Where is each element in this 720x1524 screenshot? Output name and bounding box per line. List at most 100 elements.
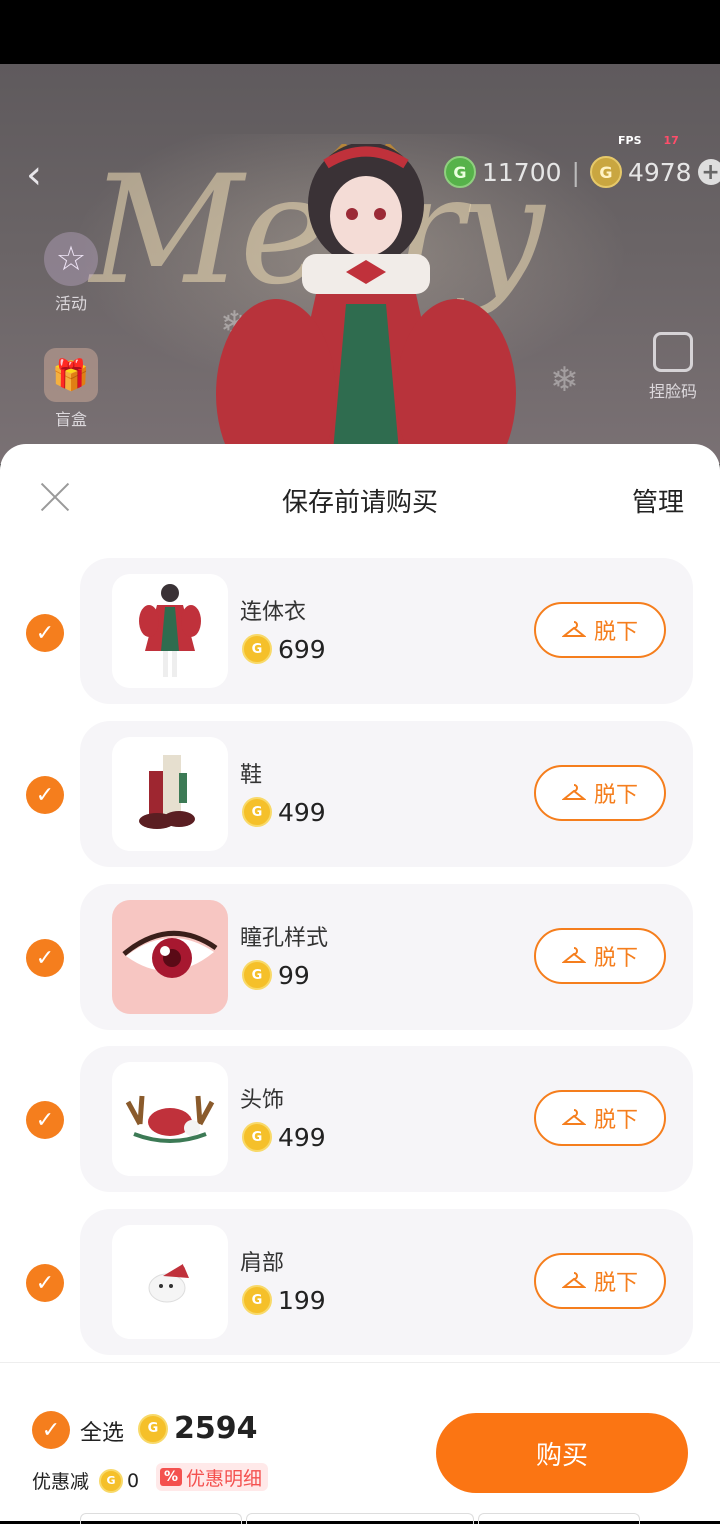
discount-value: 0 (127, 1469, 140, 1492)
chevron-left-icon: ‹ (26, 152, 42, 198)
star-icon: ☆ (44, 232, 98, 286)
purchase-sheet: 保存前请购买 管理 ✓ 连体衣 G 699 脱下 ✓ 鞋 G 499 脱下 ✓ … (0, 444, 720, 1524)
currency-divider: | (571, 157, 580, 187)
back-button[interactable]: ‹ (26, 152, 42, 198)
shoes-thumbnail (112, 737, 228, 851)
item-checkbox[interactable]: ✓ (26, 1264, 64, 1302)
gold-coin-icon: G (589, 156, 622, 188)
eye-icon (122, 930, 218, 978)
item-checkbox[interactable]: ✓ (26, 614, 64, 652)
coin-icon: G (138, 1413, 168, 1444)
item-checkbox[interactable]: ✓ (26, 939, 64, 977)
total-price-value: 2594 (174, 1411, 258, 1446)
green-coin-icon: G (444, 156, 476, 188)
checkmark-icon: ✓ (35, 1107, 55, 1133)
hanger-icon (561, 1272, 586, 1288)
item-price-value: 699 (278, 634, 326, 664)
shoulder-pet-icon (148, 1260, 191, 1303)
antler-headwear-thumbnail (112, 1062, 228, 1176)
coin-icon: G (242, 1122, 272, 1152)
side-blindbox-button[interactable]: 🎁 盲盒 (36, 348, 106, 430)
take-off-button[interactable]: 脱下 (534, 602, 666, 658)
item-price-value: 499 (278, 797, 326, 827)
take-off-button[interactable]: 脱下 (534, 1090, 666, 1146)
checkout-footer: ✓ 全选 G 2594 优惠减 G 0 % 优惠明细 购买 (0, 1362, 720, 1524)
take-off-button[interactable]: 脱下 (534, 1253, 666, 1309)
checkmark-icon: ✓ (41, 1417, 61, 1443)
checkmark-icon: ✓ (35, 782, 55, 808)
status-bar (0, 0, 720, 64)
tab-stub (478, 1513, 640, 1524)
coin-icon: G (242, 797, 272, 827)
take-off-button[interactable]: 脱下 (534, 928, 666, 984)
shoulder-pet-thumbnail (112, 1225, 228, 1339)
discount-label: 优惠减 (32, 1471, 90, 1493)
cart-item: 鞋 G 499 脱下 (80, 721, 693, 867)
manage-button[interactable]: 管理 (632, 482, 684, 519)
avatar-character (216, 144, 516, 464)
coin-icon: G (242, 634, 272, 664)
side-activity-label: 活动 (54, 294, 87, 313)
item-checkbox[interactable]: ✓ (26, 776, 64, 814)
cart-item: 肩部 G 199 脱下 (80, 1209, 693, 1355)
item-name: 连体衣 (240, 600, 307, 625)
take-off-label: 脱下 (593, 783, 638, 808)
cart-item: 连体衣 G 699 脱下 (80, 558, 693, 704)
fps-value: 17 (663, 134, 679, 147)
total-price: G 2594 (138, 1411, 258, 1446)
take-off-label: 脱下 (593, 620, 638, 645)
item-name: 肩部 (240, 1251, 285, 1276)
item-price-value: 199 (278, 1285, 326, 1315)
discount-info: 优惠减 G 0 (32, 1467, 139, 1494)
plus-icon: + (701, 159, 720, 185)
hanger-icon (561, 947, 586, 963)
eye-thumbnail (112, 900, 228, 1014)
percent-badge-icon: % (160, 1468, 183, 1486)
item-price: G 199 (242, 1285, 326, 1315)
hanger-icon (561, 1109, 586, 1125)
item-price-value: 99 (278, 960, 310, 990)
snowflake-icon: ❄ (550, 360, 579, 400)
gold-currency-value: 4978 (627, 157, 692, 187)
tab-stub (246, 1513, 474, 1524)
discount-detail-button[interactable]: % 优惠明细 (156, 1463, 269, 1491)
side-face-code-label: 捏脸码 (648, 382, 697, 401)
select-all-checkbox[interactable]: ✓ (32, 1411, 70, 1449)
side-activity-button[interactable]: ☆ 活动 (36, 232, 106, 314)
avatar-preview-background: Merry ❄ ❄ FPS17 ‹ G 11700 | G 4978 + ☆ 活… (0, 64, 720, 464)
item-price: G 499 (242, 1122, 326, 1152)
item-checkbox[interactable]: ✓ (26, 1101, 64, 1139)
take-off-button[interactable]: 脱下 (534, 765, 666, 821)
item-price-value: 499 (278, 1122, 326, 1152)
cart-item: 瞳孔样式 G 99 脱下 (80, 884, 693, 1030)
currency-bar: G 11700 | G 4978 + (444, 154, 720, 190)
item-name: 头饰 (240, 1088, 285, 1113)
shoes-icon (139, 755, 195, 829)
fps-counter: FPS 17 (618, 134, 679, 147)
select-all-label[interactable]: 全选 (80, 1415, 124, 1447)
side-face-code-button[interactable]: 捏脸码 (638, 332, 708, 402)
add-currency-button[interactable]: + (697, 159, 720, 185)
discount-detail-label: 优惠明细 (186, 1467, 263, 1490)
take-off-label: 脱下 (593, 1271, 638, 1296)
hanger-icon (561, 784, 586, 800)
take-off-label: 脱下 (593, 1108, 638, 1133)
coin-icon: G (242, 1285, 272, 1315)
checkmark-icon: ✓ (35, 945, 55, 971)
item-price: G 99 (242, 960, 310, 990)
buy-button[interactable]: 购买 (436, 1413, 688, 1493)
checkmark-icon: ✓ (35, 1270, 55, 1296)
take-off-label: 脱下 (593, 946, 638, 971)
tab-stub (80, 1513, 242, 1524)
item-name: 瞳孔样式 (240, 926, 329, 951)
dress-icon (139, 584, 201, 677)
item-name: 鞋 (240, 763, 263, 788)
face-code-icon (653, 332, 693, 372)
checkmark-icon: ✓ (35, 620, 55, 646)
item-price: G 699 (242, 634, 326, 664)
sheet-title: 保存前请购买 (281, 488, 438, 518)
coin-icon: G (99, 1468, 124, 1493)
green-currency-value: 11700 (482, 157, 562, 187)
item-price: G 499 (242, 797, 326, 827)
side-blindbox-label: 盲盒 (54, 410, 87, 429)
